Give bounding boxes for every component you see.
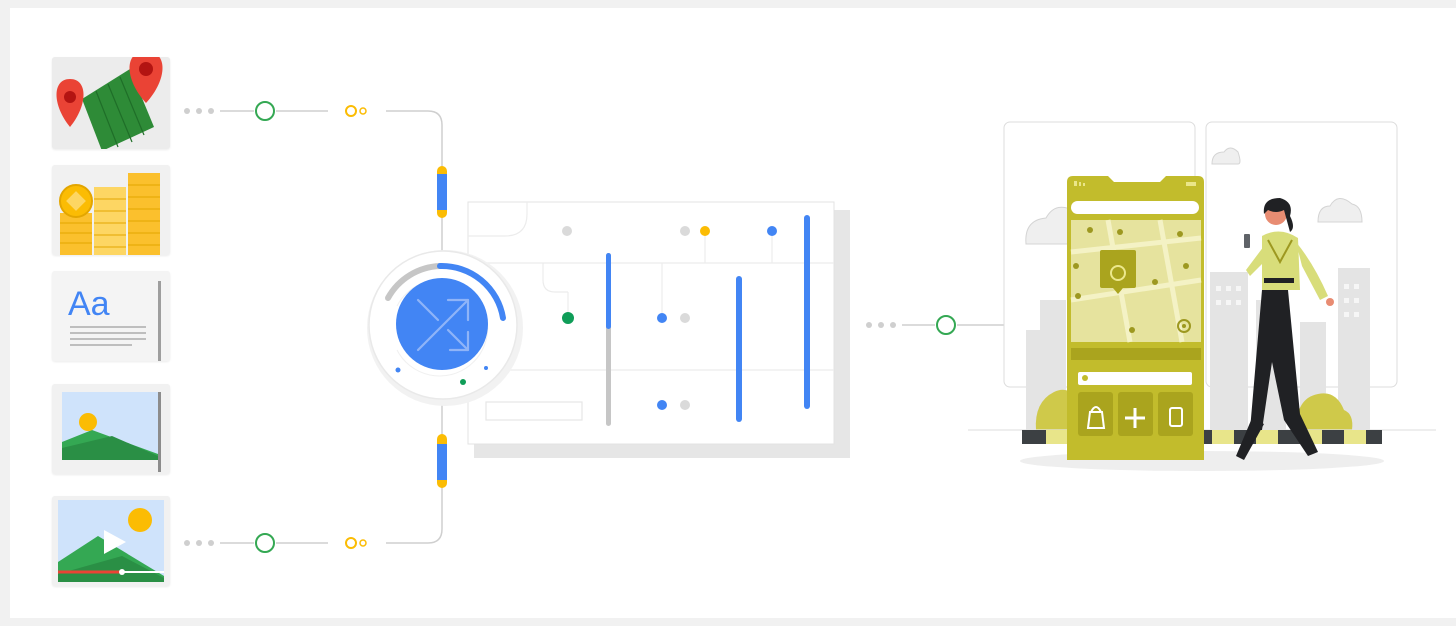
data-panel xyxy=(467,201,850,458)
restaurant-icon xyxy=(1100,250,1136,288)
top-connector xyxy=(184,101,447,258)
diagram-graphics xyxy=(184,101,1436,553)
processing-hub xyxy=(367,250,523,406)
output-connector xyxy=(866,315,1006,335)
mobile-app-illustration xyxy=(968,121,1436,471)
bottom-connector xyxy=(184,400,447,553)
fuel-icon xyxy=(1158,392,1193,436)
shopping-bag-icon xyxy=(1078,392,1113,436)
